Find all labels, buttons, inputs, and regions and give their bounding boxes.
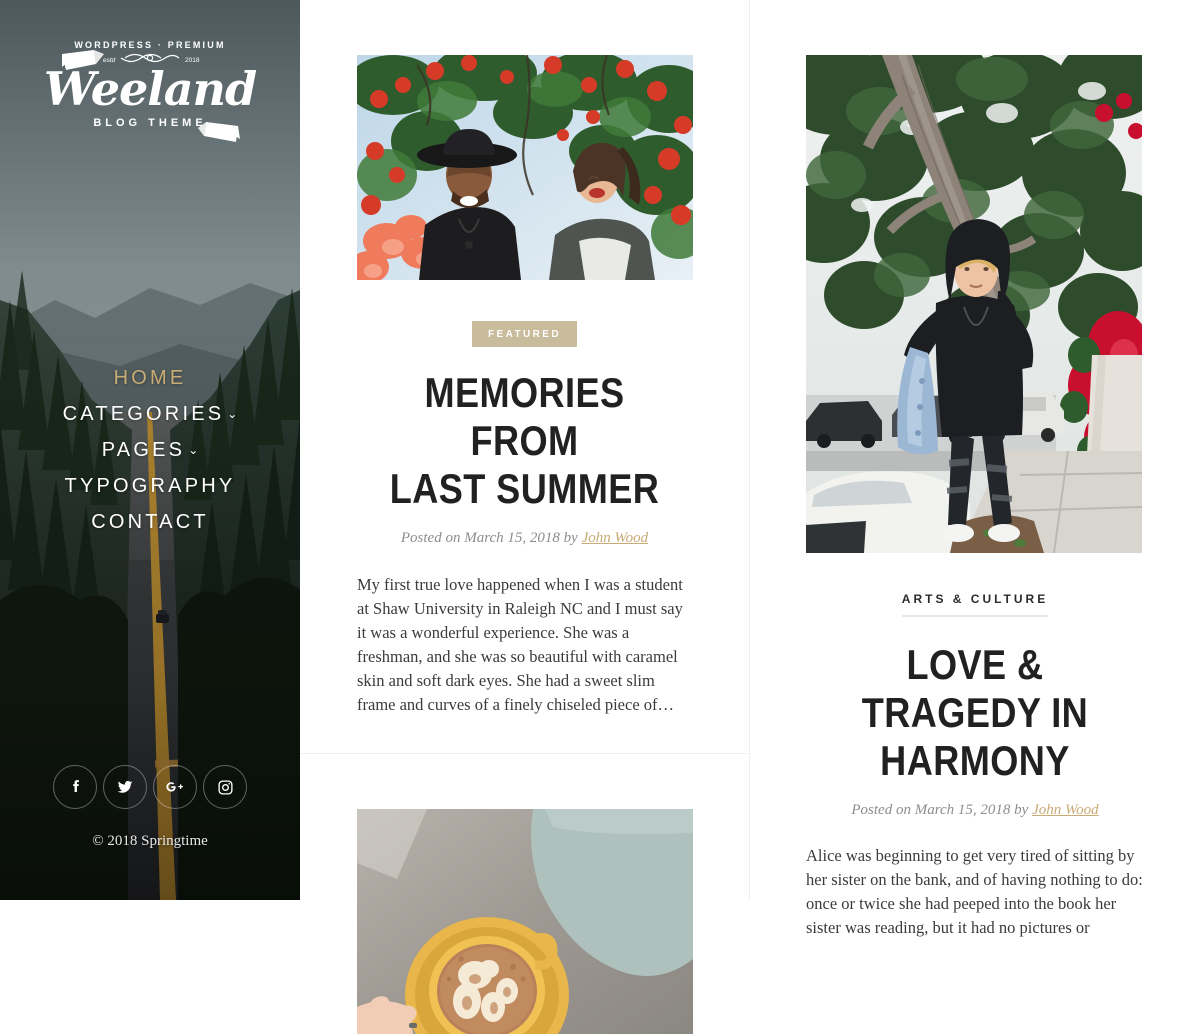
post-author-link[interactable]: John Wood <box>582 530 649 546</box>
page-root: WORDPRESS · PREMIUM estd 2018 Weeland BL… <box>0 0 1200 1034</box>
post-title[interactable]: LOVE & TRAGEDY IN HARMONY <box>830 641 1121 785</box>
chevron-down-icon: ⌄ <box>188 443 199 457</box>
post-author-link[interactable]: John Wood <box>1032 802 1099 818</box>
ribbon-right-icon <box>196 118 242 153</box>
side-post-column: ARTS & CULTURE LOVE & TRAGEDY IN HARMONY… <box>750 0 1200 937</box>
sidebar: WORDPRESS · PREMIUM estd 2018 Weeland BL… <box>0 0 300 900</box>
nav-item-typography[interactable]: TYPOGRAPHY <box>0 468 300 504</box>
post-thumbnail-couple[interactable] <box>357 55 693 280</box>
nav-item-label: CONTACT <box>91 511 209 533</box>
site-logo[interactable]: WORDPRESS · PREMIUM estd 2018 Weeland BL… <box>0 40 300 142</box>
nav-item-contact[interactable]: CONTACT <box>0 504 300 540</box>
chevron-down-icon: ⌄ <box>227 407 238 421</box>
post-card-love-tragedy: ARTS & CULTURE LOVE & TRAGEDY IN HARMONY… <box>750 55 1200 940</box>
ribbon-left-icon <box>60 48 106 83</box>
post-card-memories: FEATURED MEMORIES FROM LAST SUMMER Poste… <box>300 55 749 717</box>
post-meta-prefix: Posted on March 15, 2018 by <box>400 530 582 546</box>
post-title-line-2: LAST SUMMER <box>389 465 660 512</box>
post-title[interactable]: MEMORIES FROM LAST SUMMER <box>380 369 668 513</box>
content-area: FEATURED MEMORIES FROM LAST SUMMER Poste… <box>300 0 1200 1034</box>
twitter-icon <box>116 778 134 796</box>
social-link-instagram[interactable] <box>203 765 247 809</box>
nav-item-home[interactable]: HOME <box>0 360 300 396</box>
facebook-icon <box>66 778 84 796</box>
logo-tagline-top: WORDPRESS · PREMIUM <box>74 40 226 50</box>
post-title-line-1: LOVE & TRAGEDY IN <box>861 641 1089 736</box>
post-meta: Posted on March 15, 2018 by John Wood <box>357 530 692 547</box>
main-navigation: HOME CATEGORIES ⌄ PAGES ⌄ TYPOGRAPHY CONTA… <box>0 360 300 540</box>
post-title-line-2: HARMONY <box>880 737 1070 784</box>
post-thumbnail-street[interactable] <box>806 55 1142 553</box>
post-category-link[interactable]: ARTS & CULTURE <box>901 592 1049 617</box>
logo-wordmark: Weeland <box>43 62 257 116</box>
post-title-line-1: MEMORIES FROM <box>424 369 625 464</box>
copyright-text: © 2018 Springtime <box>92 833 208 849</box>
post-meta: Posted on March 15, 2018 by John Wood <box>806 802 1144 819</box>
social-link-twitter[interactable] <box>103 765 147 809</box>
nav-item-pages[interactable]: PAGES ⌄ <box>0 432 300 468</box>
post-excerpt: Alice was beginning to get very tired of… <box>806 846 1143 937</box>
post-meta-prefix: Posted on March 15, 2018 by <box>851 802 1033 818</box>
post-category-wrap: ARTS & CULTURE <box>806 590 1144 617</box>
post-excerpt: My first true love happened when I was a… <box>357 575 683 714</box>
status-badge-featured[interactable]: FEATURED <box>472 321 577 347</box>
nav-item-label: TYPOGRAPHY <box>64 475 236 497</box>
nav-item-categories[interactable]: CATEGORIES ⌄ <box>0 396 300 432</box>
googleplus-icon <box>165 778 185 796</box>
social-links <box>0 765 300 809</box>
social-link-facebook[interactable] <box>53 765 97 809</box>
post-thumbnail-latte[interactable] <box>357 809 693 1034</box>
nav-item-label: CATEGORIES <box>62 403 225 425</box>
logo-tagline-bottom: BLOG THEME <box>93 117 207 129</box>
social-link-googleplus[interactable] <box>153 765 197 809</box>
post-card-coffee <box>300 809 749 1034</box>
instagram-icon <box>217 779 234 796</box>
nav-item-label: PAGES <box>101 439 186 461</box>
post-divider <box>300 753 749 754</box>
post-badge-wrap: FEATURED <box>357 321 692 347</box>
nav-item-label: HOME <box>113 367 187 389</box>
main-post-column: FEATURED MEMORIES FROM LAST SUMMER Poste… <box>300 0 750 1034</box>
